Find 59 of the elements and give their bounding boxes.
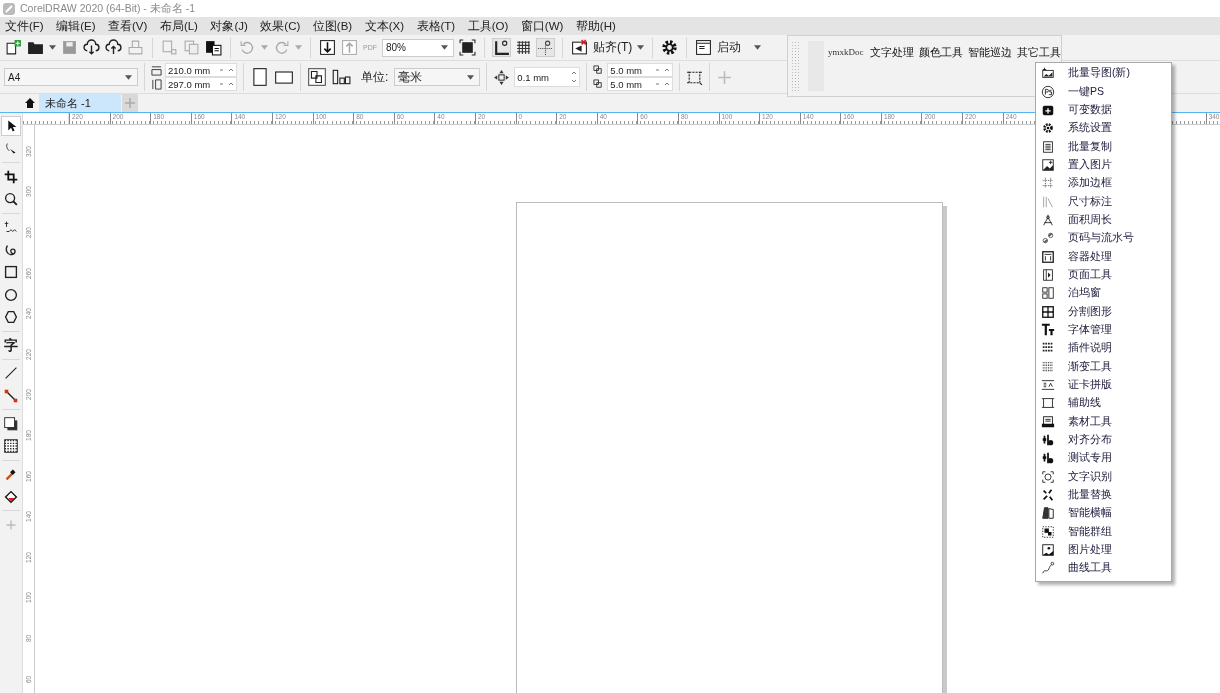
menu-item[interactable]: 表格(T) — [416, 18, 456, 34]
menu-item[interactable]: 添加边框 — [1068, 176, 1112, 191]
menu-item[interactable]: 泊坞窗 — [1068, 286, 1101, 301]
menu-item[interactable]: 文字识别 — [1068, 469, 1112, 484]
menu-item[interactable]: 容器处理 — [1068, 249, 1112, 264]
menu-item[interactable]: 字体管理 — [1068, 323, 1112, 337]
window-title: CorelDRAW 2020 (64-Bit) - 未命名 -1 — [20, 1, 195, 16]
menu-item[interactable]: 素材工具 — [1068, 414, 1112, 429]
menu-item[interactable]: 编辑(E) — [56, 18, 96, 34]
menu-item[interactable]: 对象(J) — [210, 18, 248, 34]
plugin-menu-tab[interactable]: 其它工具 — [1016, 45, 1061, 60]
menu-item[interactable]: 智能群组 — [1068, 524, 1112, 539]
menu-item[interactable]: 置入图片 — [1068, 157, 1112, 172]
menu-item[interactable]: 辅助线 — [1068, 396, 1101, 411]
menu-item[interactable]: 工具(O) — [467, 18, 509, 34]
unit-dropdown[interactable]: 毫米 — [394, 68, 481, 86]
menu-item[interactable]: 文件(F) — [5, 18, 44, 34]
menu-item[interactable]: 插件说明 — [1068, 341, 1112, 356]
duplicate-y-field[interactable]: 5.0 mm — [607, 77, 674, 91]
menu-item[interactable]: 位图(B) — [312, 18, 353, 34]
menu-item[interactable]: 布局(L) — [159, 18, 198, 34]
document-tab[interactable]: 未命名 -1 — [39, 94, 121, 112]
page-size-dropdown[interactable]: A4 — [4, 68, 138, 86]
menu-item[interactable]: 系统设置 — [1068, 121, 1112, 136]
width-field[interactable]: 210.0 mm — [165, 63, 237, 77]
menu-item[interactable]: 对齐分布 — [1068, 433, 1112, 448]
height-field[interactable]: 297.0 mm — [165, 77, 237, 91]
menu-item[interactable]: 帮助(H) — [575, 18, 616, 34]
menu-item[interactable]: 可变数据 — [1068, 102, 1112, 117]
menu-item[interactable]: 一键PS — [1068, 84, 1104, 99]
menu-item[interactable]: 证卡拼版 — [1068, 378, 1112, 392]
plugin-menu-tab[interactable]: 智能巡边 — [967, 45, 1012, 60]
menu-item[interactable]: 批量复制 — [1068, 139, 1112, 154]
menu-item[interactable]: 曲线工具 — [1068, 561, 1112, 576]
plugin-menu-tab[interactable]: 文字处理 — [869, 45, 914, 60]
menu-item[interactable]: 窗口(W) — [520, 18, 564, 34]
menu-item[interactable]: 查看(V) — [108, 18, 148, 34]
zoom-dropdown[interactable]: 80% — [382, 38, 454, 57]
menu-item[interactable]: 测试专用 — [1068, 451, 1112, 466]
menu-item[interactable]: 页码与流水号 — [1068, 231, 1134, 246]
menu-item[interactable]: 批量导图(新) — [1068, 66, 1130, 81]
menu-item[interactable]: 智能横幅 — [1068, 506, 1112, 521]
menu-item[interactable]: 批量替换 — [1068, 488, 1112, 503]
menu-item[interactable]: 文本(X) — [364, 18, 404, 34]
plugin-menu-tab[interactable]: 颜色工具 — [918, 45, 963, 60]
plugin-brand[interactable]: ymxkDoc — [828, 45, 864, 59]
menu-item[interactable]: 页面工具 — [1068, 267, 1112, 282]
nudge-field[interactable]: 0.1 mm — [514, 67, 581, 87]
menu-item[interactable]: 图片处理 — [1068, 543, 1112, 558]
menu-item[interactable]: 渐变工具 — [1068, 359, 1112, 374]
menu-item[interactable]: 分割图形 — [1068, 304, 1112, 319]
text-tool[interactable]: 字 — [2, 336, 20, 354]
menu-item[interactable]: 效果(C) — [260, 18, 301, 34]
menu-item[interactable]: 尺寸标注 — [1068, 194, 1112, 209]
snap-to-menu[interactable]: 贴齐(T) — [593, 39, 633, 56]
duplicate-x-field[interactable]: 5.0 mm — [607, 63, 674, 77]
unit-label: 单位: — [361, 68, 389, 86]
menu-item[interactable]: 面积周长 — [1068, 212, 1112, 227]
launch-menu[interactable]: 启动 — [717, 39, 742, 56]
